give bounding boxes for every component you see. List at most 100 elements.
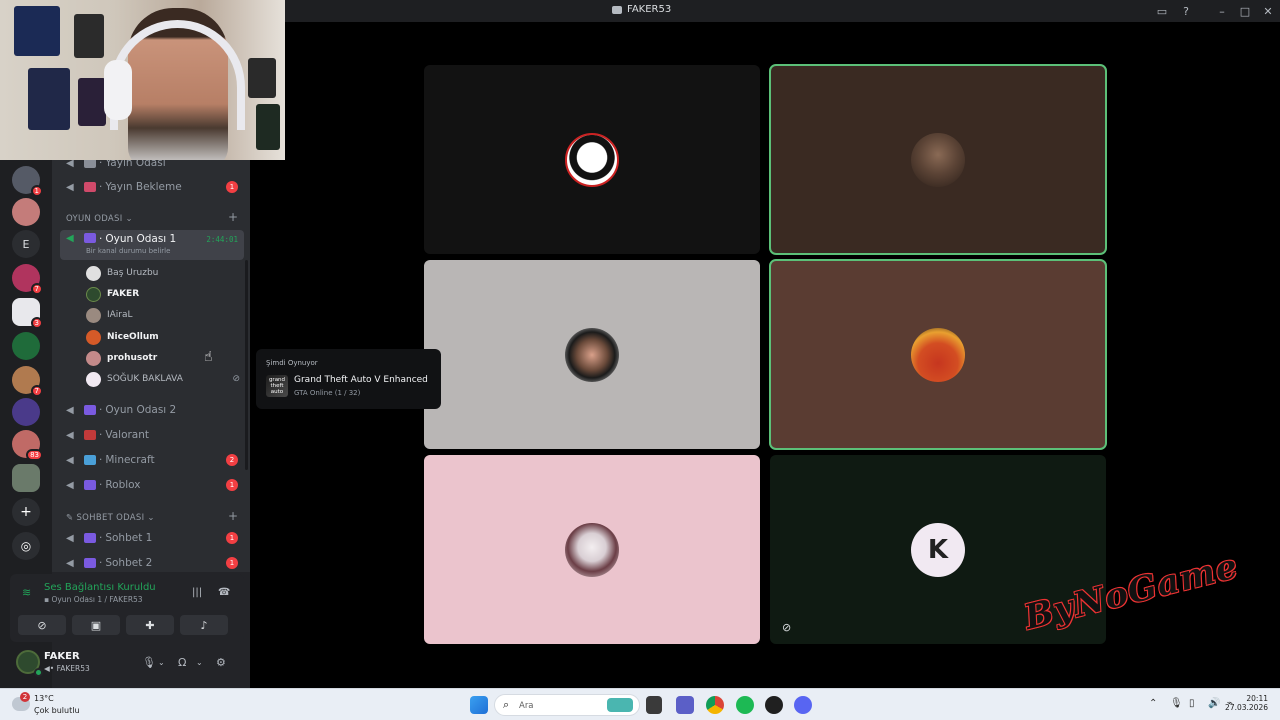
- search-highlight-icon: [607, 698, 633, 712]
- task-view-icon[interactable]: [646, 696, 662, 714]
- sidebar-scrollbar[interactable]: [245, 260, 248, 470]
- speaker-icon: ◀: [66, 532, 74, 544]
- participant-avatar: [911, 327, 965, 382]
- participant-avatar: [565, 522, 619, 577]
- webcam-overlay: [0, 0, 285, 160]
- participant-tile-4[interactable]: [769, 259, 1107, 450]
- camera-button[interactable]: ⊘: [18, 615, 66, 635]
- server-icon[interactable]: 7: [12, 366, 43, 397]
- tray-chevron-icon[interactable]: ⌃: [1149, 698, 1157, 709]
- user-name: IAiraL: [107, 310, 133, 320]
- weather-temp[interactable]: 13°C: [34, 694, 54, 703]
- speaker-icon: ◀: [66, 454, 74, 466]
- participant-tile-1[interactable]: [424, 65, 760, 254]
- server-icon[interactable]: [12, 198, 40, 226]
- voice-status-title[interactable]: Ses Bağlantısı Kuruldu: [44, 582, 156, 593]
- teams-icon[interactable]: [676, 696, 694, 714]
- server-badge: 1: [30, 185, 43, 197]
- taskbar-search[interactable]: ⌕ Ara: [494, 694, 640, 716]
- voice-user[interactable]: IAiraL: [86, 305, 133, 325]
- participant-tile-2[interactable]: [769, 64, 1107, 255]
- voice-user[interactable]: Baş Uruzbu: [86, 263, 158, 283]
- soundboard-button[interactable]: ♪: [180, 615, 228, 635]
- add-channel-icon[interactable]: +: [228, 210, 238, 224]
- noise-suppression-icon[interactable]: |||: [192, 587, 202, 598]
- discover-icon[interactable]: ◎: [12, 532, 40, 560]
- user-avatar: [86, 371, 101, 387]
- channel-icon: [84, 480, 96, 490]
- minimize-button[interactable]: –: [1214, 3, 1230, 19]
- mention-badge: 1: [226, 181, 238, 193]
- active-voice-channel[interactable]: ◀ · Oyun Odası 1 2:44:01 Bir kanal durumu…: [60, 230, 244, 260]
- user-name[interactable]: FAKER: [44, 651, 80, 662]
- microphone-tray-icon[interactable]: 🎙: [1170, 698, 1183, 709]
- settings-gear-icon[interactable]: ⚙: [216, 656, 226, 669]
- server-icon[interactable]: [12, 464, 40, 492]
- server-icon[interactable]: 3: [12, 298, 43, 329]
- headphone-icon[interactable]: Ω: [178, 656, 186, 669]
- speaker-icon: ◀: [66, 557, 74, 569]
- disconnect-icon[interactable]: ☎: [218, 587, 230, 598]
- channel-icon: [84, 533, 96, 543]
- activities-button[interactable]: ✚: [126, 615, 174, 635]
- voice-user[interactable]: NiceOllum: [86, 327, 159, 347]
- server-badge: 83: [26, 449, 43, 461]
- speaker-icon: ◀: [66, 429, 74, 441]
- server-badge: 7: [30, 385, 43, 397]
- channel-icon: [84, 405, 96, 415]
- inbox-icon[interactable]: ▭: [1154, 3, 1170, 19]
- voice-channel[interactable]: ◀ · Yayın Bekleme 1: [60, 176, 244, 198]
- spotify-icon[interactable]: [736, 696, 754, 714]
- chevron-down-icon[interactable]: ⌄: [158, 658, 165, 667]
- voice-channel[interactable]: ◀ · Oyun Odası 2: [60, 399, 244, 421]
- server-icon[interactable]: E: [12, 230, 40, 258]
- participant-tile-5[interactable]: [424, 455, 760, 644]
- microphone-icon[interactable]: 🎙: [142, 656, 156, 669]
- voice-user[interactable]: prohusotr: [86, 348, 157, 368]
- server-icon[interactable]: [12, 332, 40, 360]
- poster-image: [74, 14, 104, 58]
- voice-channel[interactable]: ◀ · Sohbet 2 1: [60, 552, 244, 572]
- voice-user[interactable]: FAKER: [86, 284, 139, 304]
- steam-icon[interactable]: [765, 696, 783, 714]
- add-channel-icon[interactable]: +: [228, 509, 238, 523]
- volume-icon[interactable]: 🔊: [1208, 698, 1220, 709]
- category-header[interactable]: OYUN ODASI ⌄: [66, 214, 133, 224]
- user-name: prohusotr: [107, 353, 158, 363]
- voice-status-subtitle[interactable]: ▪ Oyun Odası 1 / FAKER53: [44, 595, 143, 604]
- voice-user[interactable]: SOĞUK BAKLAVA: [86, 369, 183, 389]
- channel-status[interactable]: Bir kanal durumu belirle: [86, 247, 170, 255]
- channel-icon: [84, 558, 96, 568]
- discord-icon[interactable]: [794, 696, 812, 714]
- server-icon[interactable]: [12, 398, 40, 426]
- screen-share-button[interactable]: ▣: [72, 615, 120, 635]
- user-name: FAKER: [107, 289, 140, 299]
- clock[interactable]: 20:11 27.03.2026: [1225, 694, 1268, 712]
- server-icon[interactable]: 1: [12, 166, 43, 197]
- channel-icon: [84, 233, 96, 243]
- voice-channel[interactable]: ◀ · Roblox 1: [60, 474, 244, 496]
- server-icon[interactable]: 7: [12, 264, 43, 295]
- voice-channel[interactable]: ◀ · Sohbet 1 1: [60, 527, 244, 549]
- speaker-icon: ◀: [66, 233, 74, 244]
- server-icon[interactable]: 83: [12, 430, 43, 461]
- close-button[interactable]: ✕: [1260, 3, 1276, 19]
- start-button-icon[interactable]: [470, 696, 488, 714]
- speaker-icon: ◀: [66, 181, 74, 193]
- participant-tile-3[interactable]: [424, 260, 760, 449]
- chevron-down-icon[interactable]: ⌄: [196, 658, 203, 667]
- display-tray-icon[interactable]: ▯: [1189, 698, 1195, 709]
- weather-desc[interactable]: Çok bulutlu: [34, 706, 80, 715]
- voice-channel[interactable]: ◀ · Yayın Odası: [60, 160, 244, 174]
- taskbar: 2 13°C Çok bulutlu ⌕ Ara ⌃ 🎙 ▯ 🔊 ⌁ 20:11…: [0, 688, 1280, 720]
- help-icon[interactable]: ?: [1178, 3, 1194, 19]
- tooltip-label: Şimdi Oynuyor: [266, 359, 318, 367]
- voice-channel[interactable]: ◀ · Valorant: [60, 424, 244, 446]
- channel-sidebar: ◀ · Yayın Odası ◀ · Yayın Bekleme 1 OYUN O…: [52, 160, 250, 572]
- category-header[interactable]: ✎ SOHBET ODASI ⌄: [66, 513, 155, 523]
- voice-channel[interactable]: ◀ · Minecraft 2: [60, 449, 244, 471]
- activity-tooltip: Şimdi Oynuyor grand theft auto Grand The…: [256, 349, 441, 409]
- maximize-button[interactable]: □: [1237, 3, 1253, 19]
- add-server-icon[interactable]: +: [12, 498, 40, 526]
- chrome-icon[interactable]: [706, 696, 724, 714]
